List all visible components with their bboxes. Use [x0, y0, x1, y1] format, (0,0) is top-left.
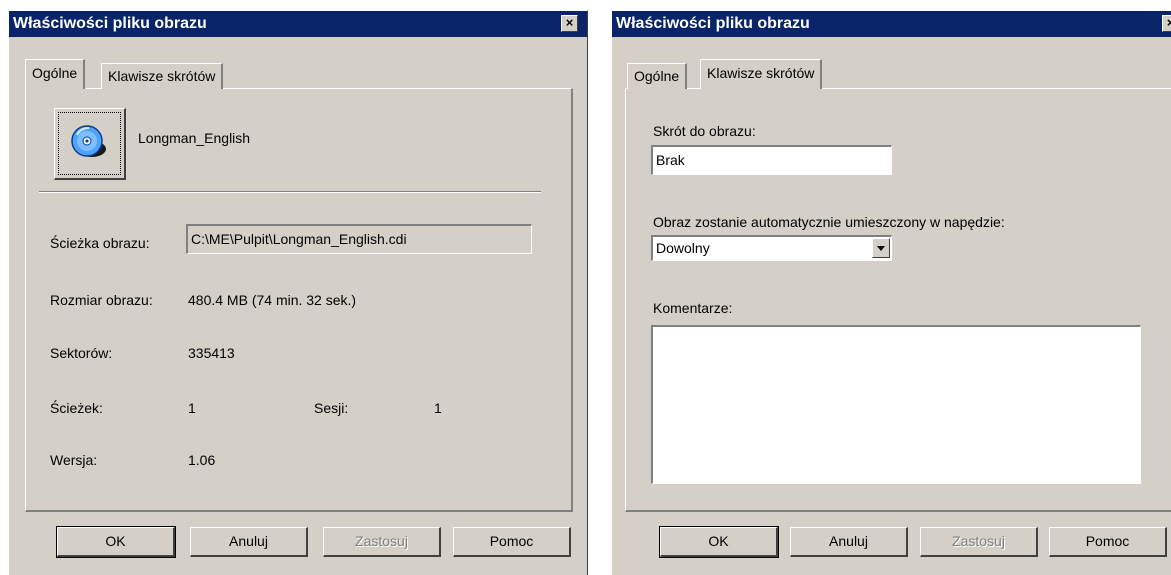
close-icon: ×	[1167, 15, 1171, 30]
tab-label: Klawisze skrótów	[707, 65, 815, 81]
right-tab-shortcuts[interactable]: Klawisze skrótów	[700, 59, 823, 89]
size-label: Rozmiar obrazu:	[50, 292, 153, 308]
left-tab-general[interactable]: Ogólne	[25, 59, 86, 89]
apply-button[interactable]: Zastosuj	[323, 527, 441, 557]
tab-label: Ogólne	[634, 68, 680, 84]
automount-label: Obraz zostanie automatycznie umieszczony…	[653, 214, 1005, 230]
right-tab-general[interactable]: Ogólne	[627, 63, 688, 89]
comments-label: Komentarze:	[653, 300, 733, 316]
version-value: 1.06	[188, 452, 216, 468]
ok-button[interactable]: OK	[659, 526, 779, 558]
tab-label: Ogólne	[32, 65, 78, 81]
apply-button[interactable]: Zastosuj	[920, 527, 1038, 557]
cancel-button[interactable]: Anuluj	[790, 527, 908, 557]
sectors-label: Sektorów:	[50, 345, 113, 361]
tracks-value: 1	[188, 400, 196, 416]
left-close-button[interactable]: ×	[561, 15, 578, 32]
image-icon-button[interactable]	[54, 108, 126, 180]
left-tab-shortcuts[interactable]: Klawisze skrótów	[101, 63, 224, 89]
sessions-label: Sesji:	[314, 400, 349, 416]
sectors-value: 335413	[188, 345, 235, 361]
ok-button[interactable]: OK	[56, 526, 176, 558]
version-label: Wersja:	[50, 452, 98, 468]
automount-selected-value: Dowolny	[656, 240, 710, 256]
path-label: Ścieżka obrazu:	[50, 235, 150, 251]
image-name: Longman_English	[138, 130, 251, 146]
help-button[interactable]: Pomoc	[1049, 527, 1167, 557]
left-dialog-title: Właściwości pliku obrazu	[13, 15, 207, 32]
right-titlebar[interactable]: Właściwości pliku obrazu	[612, 11, 1171, 37]
tracks-label: Ścieżek:	[50, 400, 103, 416]
left-titlebar[interactable]: Właściwości pliku obrazu	[9, 11, 587, 37]
shortcut-label: Skrót do obrazu:	[653, 123, 756, 139]
tab-label: Klawisze skrótów	[108, 68, 216, 84]
close-icon: ×	[565, 15, 574, 30]
right-dialog-title: Właściwości pliku obrazu	[616, 15, 810, 32]
cd-disc-icon	[71, 125, 106, 157]
help-button[interactable]: Pomoc	[453, 527, 571, 557]
chevron-down-icon[interactable]	[872, 238, 890, 258]
size-value: 480.4 MB (74 min. 32 sek.)	[188, 292, 357, 308]
left-separator	[39, 191, 541, 193]
automount-select[interactable]: Dowolny	[651, 235, 892, 261]
left-properties-dialog: Właściwości pliku obrazu × Ogólne Klawis…	[8, 10, 588, 575]
path-field[interactable]: C:\ME\Pulpit\Longman_English.cdi	[186, 224, 532, 254]
right-properties-dialog: Właściwości pliku obrazu × Ogólne Klawis…	[611, 10, 1171, 575]
shortcut-input[interactable]: Brak	[651, 145, 892, 175]
right-close-button[interactable]: ×	[1162, 15, 1171, 32]
sessions-value: 1	[434, 400, 442, 416]
comments-textarea[interactable]	[651, 325, 1141, 484]
cancel-button[interactable]: Anuluj	[190, 527, 308, 557]
